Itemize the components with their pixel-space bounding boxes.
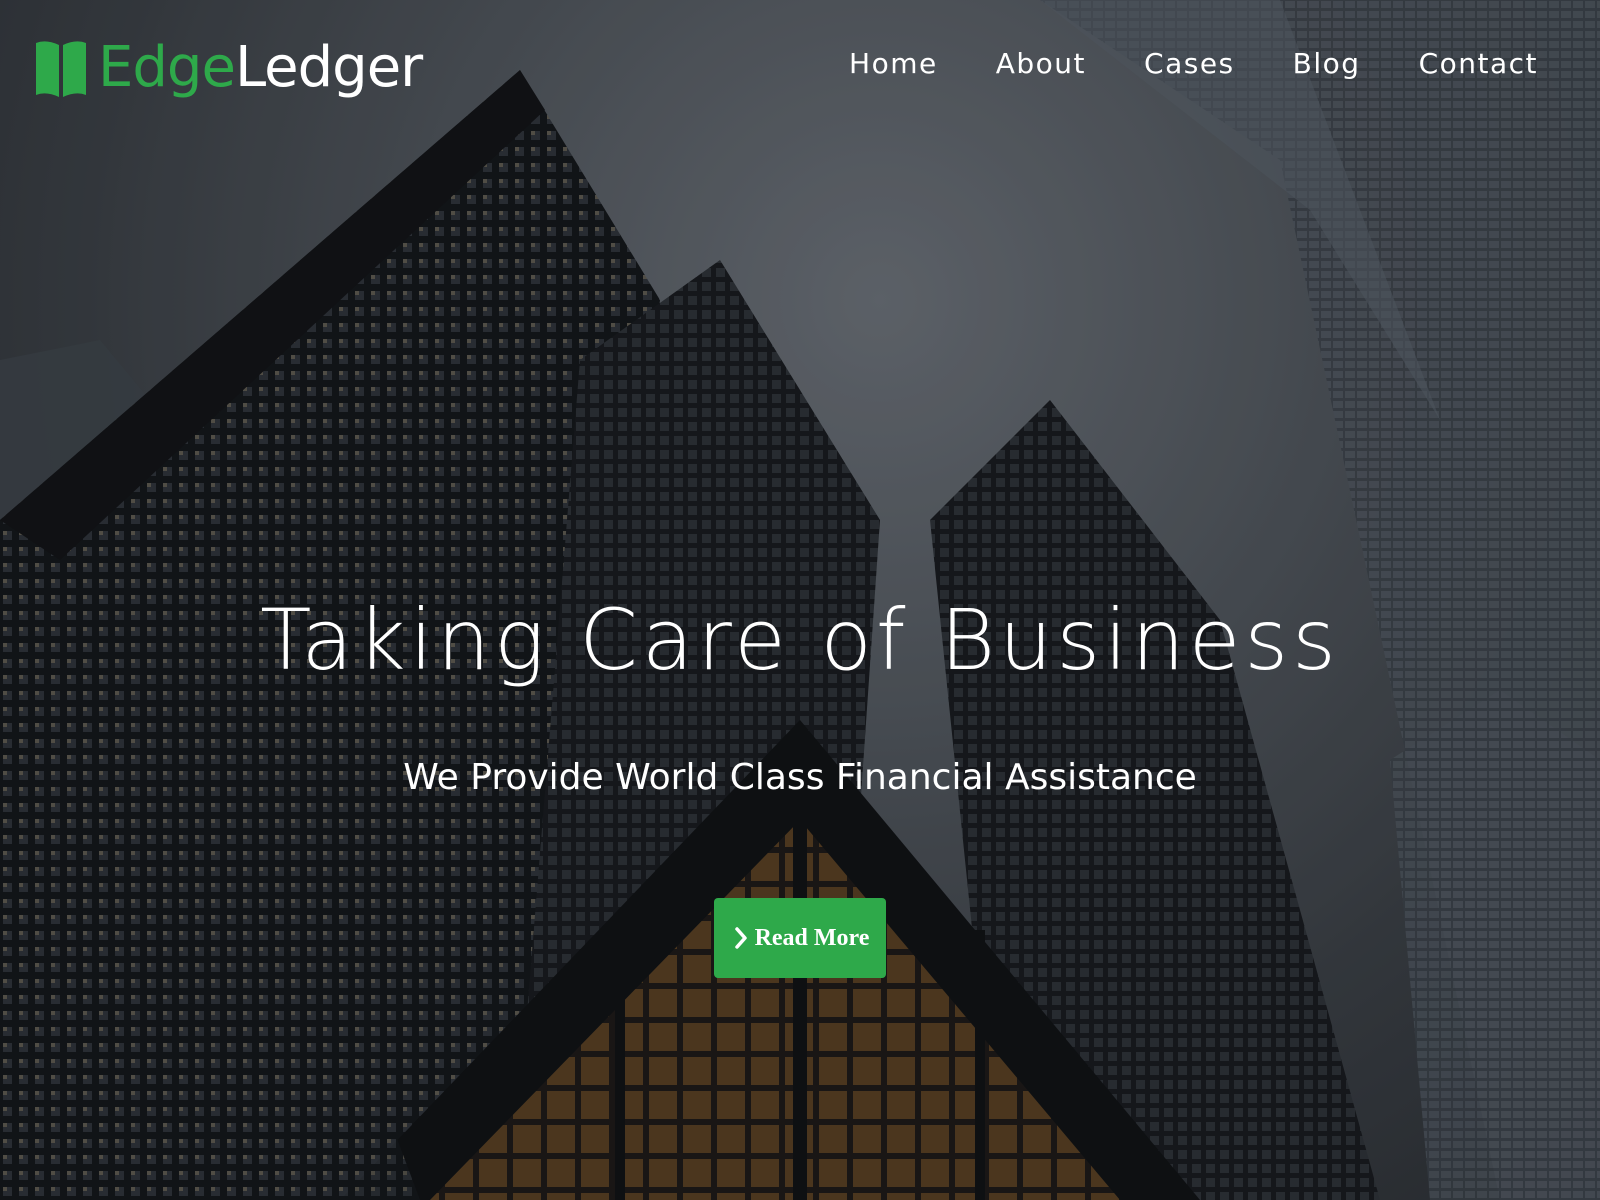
nav-home-link[interactable]: Home: [849, 44, 938, 84]
brand-logo[interactable]: EdgeLedger: [34, 28, 423, 108]
nav-cases-link[interactable]: Cases: [1144, 44, 1235, 84]
nav-about-link[interactable]: About: [996, 44, 1086, 84]
main-nav: Home About Cases Blog Contact: [791, 44, 1538, 84]
hero-subtitle: We Provide World Class Financial Assista…: [403, 757, 1197, 798]
chevron-right-icon: [734, 927, 747, 949]
nav-blog-link[interactable]: Blog: [1293, 44, 1361, 84]
hero-section: EdgeLedger Home About Cases Blog Contact…: [0, 0, 1600, 1200]
brand-name: EdgeLedger: [98, 40, 423, 96]
read-more-button[interactable]: Read More: [714, 898, 886, 978]
open-book-icon: [36, 41, 86, 97]
hero-content: Taking Care of Business We Provide World…: [0, 590, 1600, 802]
brand-name-ledger: Ledger: [234, 35, 423, 100]
hero-title: Taking Care of Business: [260, 591, 1340, 689]
brand-name-edge: Edge: [98, 35, 236, 100]
nav-contact-link[interactable]: Contact: [1419, 44, 1538, 84]
read-more-label: Read More: [754, 924, 870, 951]
